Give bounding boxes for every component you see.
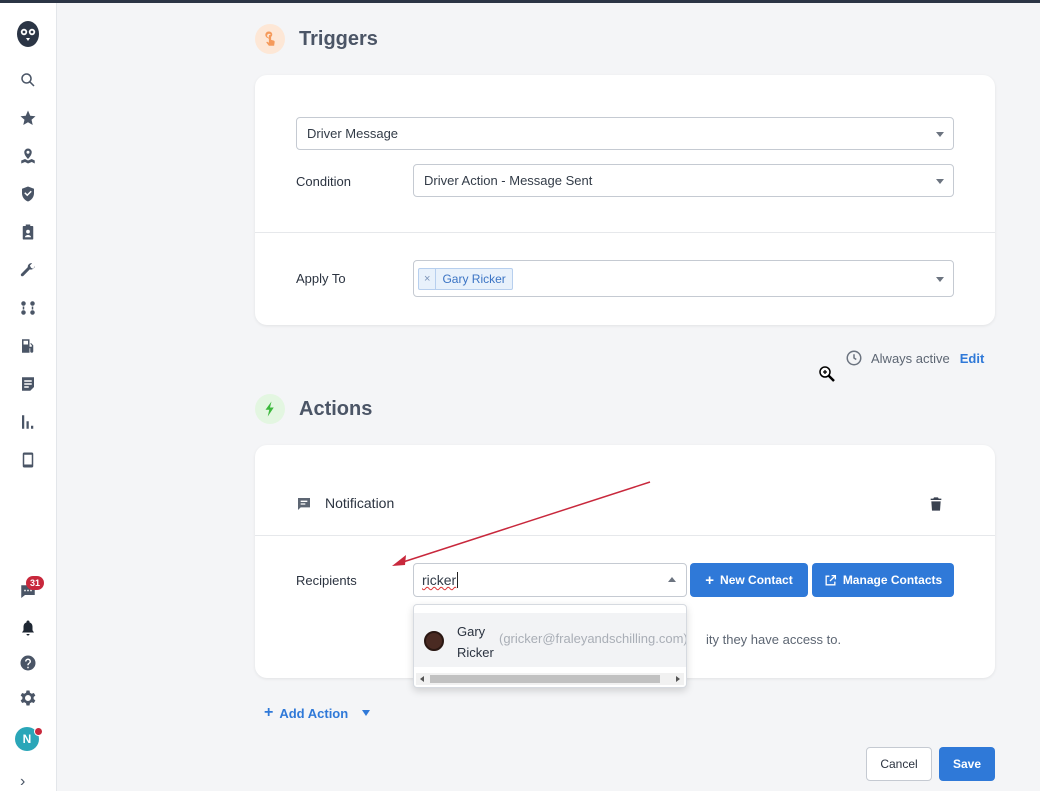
- caret-down-icon: [362, 710, 371, 716]
- triggers-card: Driver Message Condition Driver Action -…: [255, 75, 995, 325]
- bell-icon[interactable]: [17, 617, 39, 639]
- schedule-text: Always active: [871, 350, 950, 366]
- trigger-type-select[interactable]: Driver Message: [296, 117, 954, 150]
- actions-header: Actions: [255, 394, 372, 424]
- contact-avatar: [424, 631, 444, 651]
- trash-icon[interactable]: [928, 496, 944, 512]
- trigger-type-value: Driver Message: [307, 126, 399, 141]
- chevron-down-icon: [936, 131, 944, 137]
- sidebar: 31 N ›: [0, 3, 57, 791]
- apply-to-tag-label: Gary Ricker: [442, 271, 506, 286]
- bar-chart-icon[interactable]: [17, 411, 39, 433]
- contact-email: (gricker@fraleyandschilling.com): [499, 631, 687, 646]
- apply-to-tag: × Gary Ricker: [418, 267, 513, 290]
- clipboard-user-icon[interactable]: [17, 221, 39, 243]
- scroll-right-icon[interactable]: [676, 676, 680, 682]
- notification-count-badge: 31: [26, 576, 45, 590]
- cancel-button[interactable]: Cancel: [866, 747, 932, 781]
- recipients-dropdown: Gary Ricker (gricker@fraleyandschilling.…: [413, 604, 687, 688]
- wrench-icon[interactable]: [17, 259, 39, 281]
- map-pin-icon[interactable]: [17, 145, 39, 167]
- new-contact-label: New Contact: [720, 573, 793, 587]
- contact-name: Gary Ricker: [457, 624, 494, 660]
- scroll-left-icon[interactable]: [420, 676, 424, 682]
- add-action-button[interactable]: + Add Action: [264, 704, 371, 722]
- horizontal-scrollbar[interactable]: [416, 673, 684, 685]
- edit-schedule-link[interactable]: Edit: [960, 351, 985, 366]
- external-link-icon: [825, 574, 836, 585]
- touch-icon: [255, 24, 285, 54]
- card-divider: [255, 232, 995, 233]
- triggers-title: Triggers: [299, 27, 378, 50]
- annotation-arrow: [392, 481, 651, 566]
- clock-icon: [846, 350, 862, 366]
- gear-icon[interactable]: [17, 687, 39, 709]
- avatar-status-dot: [34, 727, 43, 736]
- scrollbar-thumb[interactable]: [430, 675, 660, 683]
- zoom-in-cursor-icon: [819, 366, 835, 382]
- save-button[interactable]: Save: [939, 747, 995, 781]
- recipients-hint: ity they have access to.: [706, 632, 842, 647]
- plus-icon: +: [705, 571, 715, 589]
- route-icon[interactable]: [17, 297, 39, 319]
- owl-logo-icon[interactable]: [14, 19, 42, 49]
- dropdown-option[interactable]: Gary Ricker (gricker@fraleyandschilling.…: [414, 613, 686, 667]
- add-action-label: Add Action: [279, 705, 349, 721]
- manage-contacts-label: Manage Contacts: [842, 573, 943, 587]
- triggers-header: Triggers: [255, 24, 378, 54]
- plus-icon: +: [264, 704, 274, 721]
- condition-value: Driver Action - Message Sent: [424, 173, 593, 188]
- expand-sidebar-icon[interactable]: ›: [20, 773, 25, 791]
- actions-title: Actions: [299, 397, 373, 420]
- search-icon[interactable]: [17, 69, 39, 91]
- schedule-row: Always active Edit: [845, 349, 984, 367]
- mobile-device-icon[interactable]: [17, 449, 39, 471]
- document-icon[interactable]: [17, 373, 39, 395]
- fuel-icon[interactable]: [17, 335, 39, 357]
- help-icon[interactable]: [17, 652, 39, 674]
- chevron-down-icon: [936, 276, 944, 282]
- chevron-up-icon: [668, 577, 676, 582]
- new-contact-button[interactable]: + New Contact: [690, 563, 808, 597]
- lightning-icon: [255, 394, 285, 424]
- shield-icon[interactable]: [17, 183, 39, 205]
- tag-remove-icon[interactable]: ×: [419, 268, 437, 289]
- chevron-down-icon: [936, 178, 944, 184]
- top-bar: [0, 0, 1040, 3]
- star-icon[interactable]: [17, 107, 39, 129]
- apply-to-label: Apply To: [296, 271, 346, 286]
- condition-label: Condition: [296, 174, 351, 189]
- apply-to-select[interactable]: × Gary Ricker: [413, 260, 954, 297]
- manage-contacts-button[interactable]: Manage Contacts: [812, 563, 954, 597]
- condition-select[interactable]: Driver Action - Message Sent: [413, 164, 954, 197]
- message-icon: [298, 498, 310, 510]
- recipients-label: Recipients: [296, 573, 357, 588]
